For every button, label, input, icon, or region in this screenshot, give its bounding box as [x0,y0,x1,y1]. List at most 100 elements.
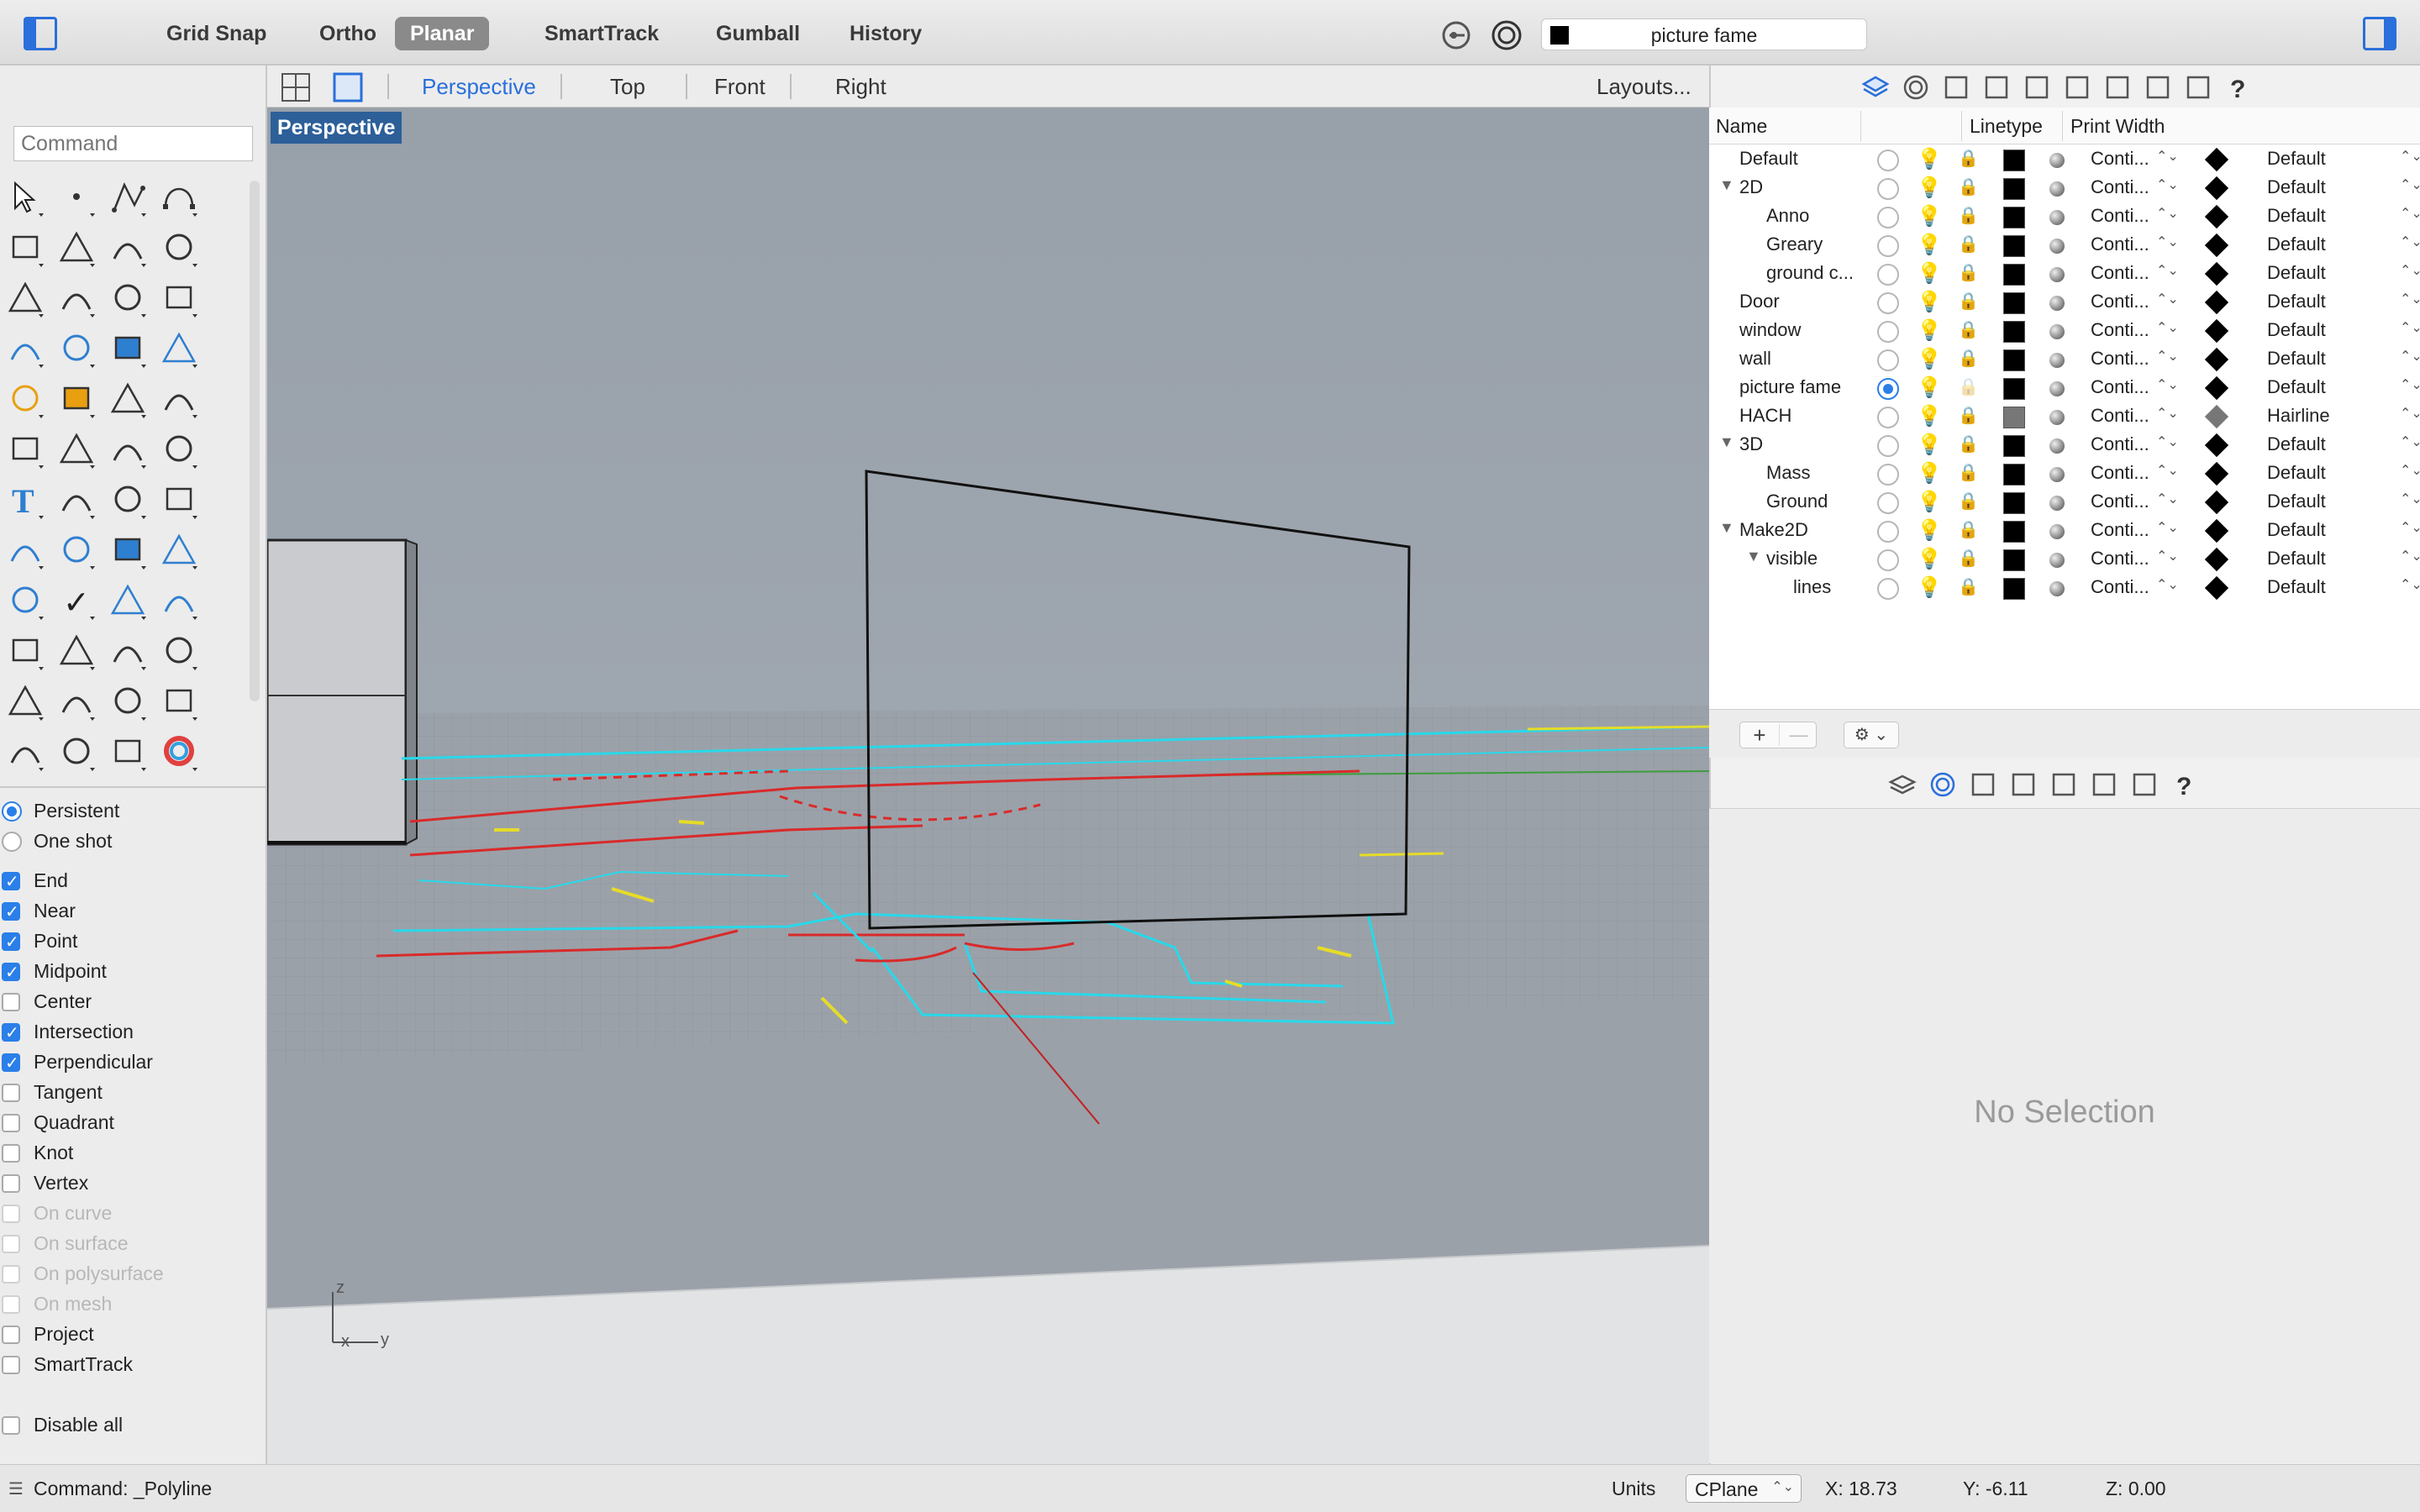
visible-bulb-icon[interactable]: 💡 [1917,318,1942,343]
document-tab-icon[interactable] [2102,72,2133,102]
toggle-smarttrack[interactable]: SmartTrack [529,17,674,50]
viewport-canvas[interactable] [267,108,1709,1464]
layer-options-gear-icon[interactable]: ⚙ ⌄ [1844,722,1899,748]
perspective-viewport[interactable]: z x y [267,108,1709,1464]
print-width-stepper-icon[interactable]: ⌃⌄ [2400,548,2420,564]
layer-name[interactable]: lines [1793,576,1831,598]
object-snap-icon[interactable] [159,680,201,722]
print-width-value[interactable]: Default [2267,176,2326,198]
named-views-tab-icon[interactable] [2008,769,2039,800]
print-color-swatch[interactable] [2204,518,2229,543]
layer-color-swatch[interactable] [2003,549,2025,571]
print-width-value[interactable]: Default [2267,519,2326,541]
layer-row-greary[interactable]: Greary 💡 🔒 Conti... ⌃⌄ Default ⌃⌄ [1709,230,2420,259]
add-layer-button[interactable]: + [1740,722,1779,748]
command-input[interactable] [13,126,253,161]
layer-name[interactable]: 2D [1739,176,1763,198]
current-layer-radio[interactable] [1877,264,1899,286]
material-icon[interactable] [2049,324,2065,339]
layer-name[interactable]: HACH [1739,405,1791,427]
layer-color-swatch[interactable] [2003,492,2025,514]
col-print-width[interactable]: Print Width [2070,115,2165,138]
layer-color-swatch[interactable] [2003,378,2025,400]
layer-row-lines[interactable]: lines 💡 🔒 Conti... ⌃⌄ Default ⌃⌄ [1709,573,2420,601]
print-color-swatch[interactable] [2204,575,2229,601]
expand-triangle-icon[interactable]: ▼ [1719,433,1734,451]
linetype-value[interactable]: Conti... [2091,319,2149,341]
material-icon[interactable] [2049,467,2065,482]
layer-name[interactable]: Ground [1766,491,1828,512]
layer-color-swatch[interactable] [2003,321,2025,343]
linetype-stepper-icon[interactable]: ⌃⌄ [2156,462,2179,479]
linetype-stepper-icon[interactable]: ⌃⌄ [2156,319,2179,336]
visible-bulb-icon[interactable]: 💡 [1917,433,1942,457]
print-width-value[interactable]: Default [2267,491,2326,512]
layer-color-swatch[interactable] [2003,521,2025,543]
lock-icon[interactable]: 🔒 [1958,205,1979,226]
current-layer-radio[interactable] [1877,549,1899,571]
make2d-icon[interactable] [5,529,47,571]
toggle-history[interactable]: History [834,17,937,50]
units-label[interactable]: Units [1612,1478,1655,1500]
block-icon[interactable] [5,580,47,622]
current-layer-radio[interactable] [1877,378,1899,400]
osnap-smarttrack[interactable]: SmartTrack [2,1352,133,1377]
lock-icon[interactable]: 🔒 [1958,262,1979,283]
radio-button[interactable] [2,832,22,852]
linetype-value[interactable]: Conti... [2091,491,2149,512]
osnap-target-icon[interactable] [1490,18,1523,52]
layer-row-ground-c-[interactable]: ground c... 💡 🔒 Conti... ⌃⌄ Default ⌃⌄ [1709,259,2420,287]
surface-from-points-icon[interactable] [108,277,150,319]
trim-icon[interactable] [108,378,150,420]
checkbox[interactable] [2,1144,20,1163]
tab-perspective[interactable]: Perspective [422,74,536,100]
check-icon[interactable]: ✓ [56,580,98,622]
print-width-value[interactable]: Default [2267,319,2326,341]
cplane-dropdown[interactable]: CPlane ⌃⌄ [1686,1474,1802,1503]
display-tab-icon[interactable] [2049,769,2079,800]
current-layer-radio[interactable] [1877,321,1899,343]
osnap-perpendicular[interactable]: Perpendicular [2,1049,153,1076]
extrude-surface-icon[interactable] [159,277,201,319]
print-color-swatch[interactable] [2204,433,2229,458]
osnap-intersection[interactable]: Intersection [2,1019,134,1046]
toggle-planar[interactable]: Planar [395,17,490,50]
current-layer-radio[interactable] [1877,207,1899,228]
print-width-value[interactable]: Default [2267,376,2326,398]
print-color-swatch[interactable] [2204,147,2229,172]
layer-name[interactable]: wall [1739,348,1771,370]
linetype-value[interactable]: Conti... [2091,548,2149,570]
arc-icon[interactable] [5,277,47,319]
viewport-tab-icon[interactable] [2143,72,2173,102]
osnap-quadrant[interactable]: Quadrant [2,1110,114,1135]
layer-name[interactable]: visible [1766,548,1818,570]
linetype-stepper-icon[interactable]: ⌃⌄ [2156,376,2179,393]
checkbox[interactable] [2,900,20,925]
viewport-tab-icon[interactable] [2089,769,2119,800]
layer-row-anno[interactable]: Anno 💡 🔒 Conti... ⌃⌄ Default ⌃⌄ [1709,202,2420,230]
material-icon[interactable] [2049,210,2065,225]
rectangle-icon[interactable] [159,227,201,269]
material-icon[interactable] [2049,353,2065,368]
expand-triangle-icon[interactable]: ▼ [1719,519,1734,537]
osnap-center[interactable]: Center [2,989,92,1014]
mass-box[interactable] [267,538,418,846]
linetype-value[interactable]: Conti... [2091,462,2149,484]
right-panel-toggle-icon[interactable] [2363,17,2396,50]
print-color-swatch[interactable] [2204,176,2229,201]
visible-bulb-icon[interactable]: 💡 [1917,233,1942,257]
rotate-icon[interactable] [108,428,150,470]
layer-row-default[interactable]: Default 💡 🔒 Conti... ⌃⌄ Default ⌃⌄ [1709,144,2420,173]
lock-icon[interactable]: 🔒 [1958,234,1979,255]
linetype-stepper-icon[interactable]: ⌃⌄ [2156,291,2179,307]
checkbox[interactable] [2,1326,20,1344]
visible-bulb-icon[interactable]: 💡 [1917,375,1942,400]
linetype-stepper-icon[interactable]: ⌃⌄ [2156,519,2179,536]
linetype-stepper-icon[interactable]: ⌃⌄ [2156,348,2179,365]
print-width-stepper-icon[interactable]: ⌃⌄ [2400,376,2420,393]
osnap-mode-one-shot[interactable]: One shot [2,828,112,853]
print-width-value[interactable]: Default [2267,291,2326,312]
print-width-value[interactable]: Hairline [2267,405,2330,427]
radio-button[interactable] [2,801,22,822]
zoom-icon[interactable] [5,630,47,672]
